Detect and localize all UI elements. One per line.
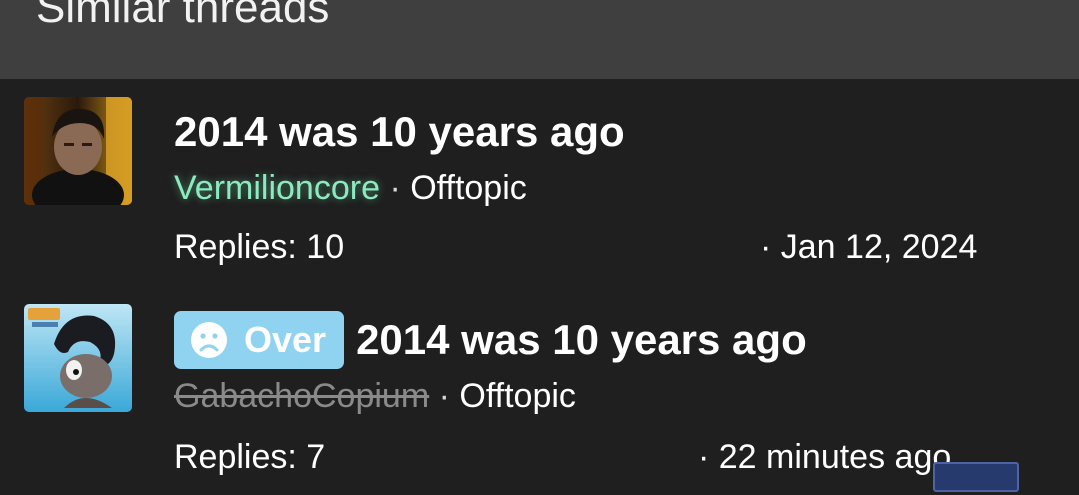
forum-link[interactable]: Offtopic bbox=[459, 377, 576, 415]
avatar[interactable] bbox=[24, 97, 132, 205]
thread-title[interactable]: 2014 was 10 years ago bbox=[356, 315, 807, 365]
forum-link[interactable]: Offtopic bbox=[410, 169, 527, 207]
meta-separator: · bbox=[438, 377, 460, 415]
thread-date: · Jan 12, 2024 bbox=[760, 228, 978, 266]
section-title: Similar threads bbox=[36, 0, 330, 32]
avatar[interactable] bbox=[24, 304, 132, 412]
author-link[interactable]: GabachoCopium bbox=[174, 377, 429, 415]
prefix-badge[interactable]: Over bbox=[174, 311, 345, 369]
author-link[interactable]: Vermilioncore bbox=[174, 169, 380, 207]
section-header: Similar threads bbox=[0, 0, 1079, 79]
thread-meta: Vermilioncore · Offtopic bbox=[174, 168, 527, 208]
thread-title-row: 2014 was 10 years ago bbox=[174, 107, 625, 157]
floating-button[interactable] bbox=[933, 462, 1019, 492]
thread-title-row: Over 2014 was 10 years ago bbox=[174, 311, 807, 369]
meta-separator: · bbox=[389, 169, 411, 207]
reply-count: Replies: 7 bbox=[174, 438, 326, 476]
sad-face-icon bbox=[191, 322, 227, 358]
prefix-label: Over bbox=[244, 319, 327, 360]
thread-item[interactable]: 2014 was 10 years ago Vermilioncore · Of… bbox=[0, 79, 1079, 287]
thread-meta: GabachoCopium · Offtopic bbox=[174, 376, 576, 416]
thread-title[interactable]: 2014 was 10 years ago bbox=[174, 107, 625, 157]
reply-count: Replies: 10 bbox=[174, 228, 345, 266]
thread-date: · 22 minutes ago bbox=[698, 438, 952, 476]
thread-item[interactable]: Over 2014 was 10 years ago GabachoCopium… bbox=[0, 287, 1079, 495]
